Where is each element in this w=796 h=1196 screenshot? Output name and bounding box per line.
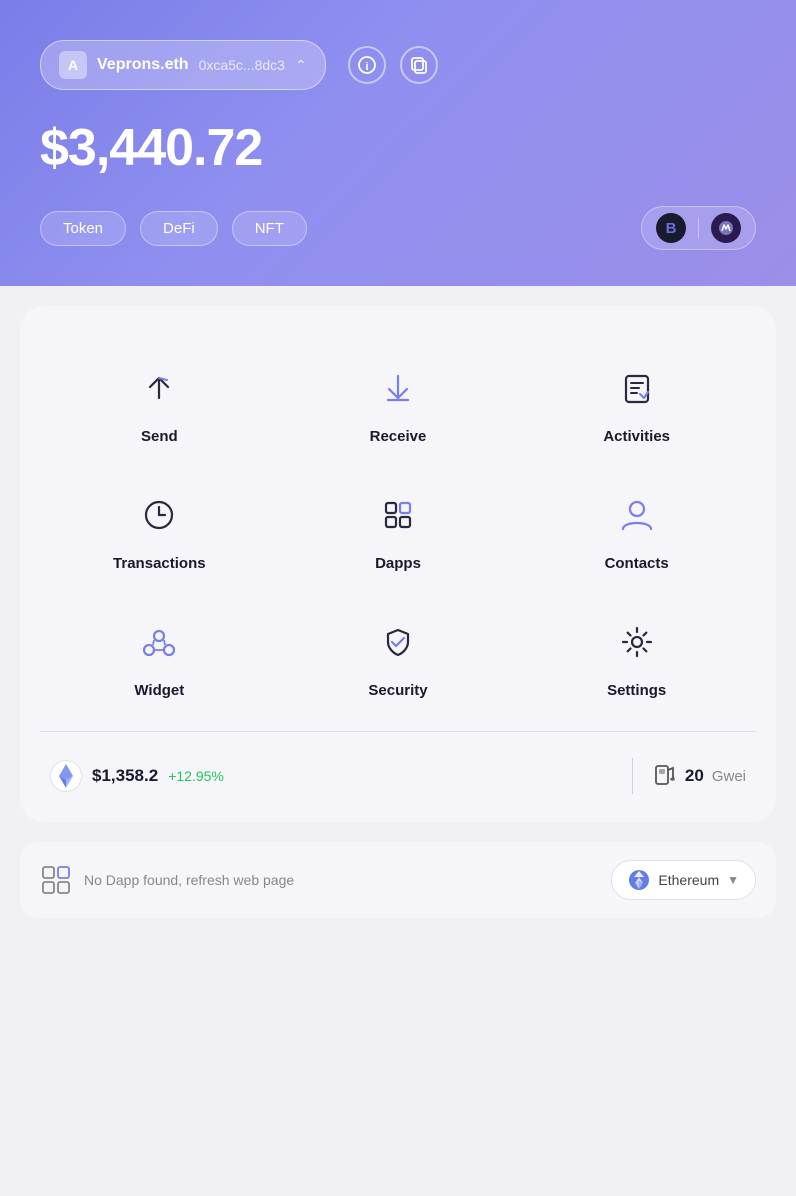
chevron-down-icon: ⌃	[295, 57, 307, 74]
widget-icon	[133, 616, 185, 668]
transactions-button[interactable]: Transactions	[40, 469, 279, 596]
security-label: Security	[368, 682, 427, 699]
tabs-row: Token DeFi NFT B	[40, 206, 756, 250]
activities-icon	[611, 362, 663, 414]
copy-button[interactable]	[400, 46, 438, 84]
contacts-label: Contacts	[605, 555, 669, 572]
settings-label: Settings	[607, 682, 666, 699]
wallet-avatar: A	[59, 51, 87, 79]
gas-icon	[653, 760, 677, 792]
tab-buttons: Token DeFi NFT	[40, 211, 307, 246]
balance-amount: $3,440.72	[40, 118, 756, 178]
receive-button[interactable]: Receive	[279, 342, 518, 469]
receive-icon	[372, 362, 424, 414]
network-name: Ethereum	[658, 872, 719, 888]
address-pill[interactable]: A Veprons.eth 0xca5c...8dc3 ⌃	[40, 40, 326, 90]
receive-label: Receive	[370, 428, 427, 445]
settings-icon	[611, 616, 663, 668]
wallet-name: Veprons.eth	[97, 56, 189, 74]
dapps-label: Dapps	[375, 555, 421, 572]
bottom-stats: $1,358.2 +12.95% 20 Gwei	[40, 748, 756, 798]
dapps-icon	[372, 489, 424, 541]
send-label: Send	[141, 428, 178, 445]
send-button[interactable]: Send	[40, 342, 279, 469]
widget-label: Widget	[134, 682, 184, 699]
activities-button[interactable]: Activities	[517, 342, 756, 469]
eth-change: +12.95%	[168, 768, 224, 784]
tab-nft[interactable]: NFT	[232, 211, 307, 246]
activities-label: Activities	[603, 428, 670, 445]
dapp-message: No Dapp found, refresh web page	[84, 872, 294, 888]
wallet-address: 0xca5c...8dc3	[199, 57, 285, 73]
send-icon	[133, 362, 185, 414]
partner-logos[interactable]: B	[641, 206, 756, 250]
main-card: Send Receive	[20, 306, 776, 822]
widget-button[interactable]: Widget	[40, 596, 279, 723]
eth-price: $1,358.2	[92, 766, 158, 786]
settings-button[interactable]: Settings	[517, 596, 756, 723]
transactions-label: Transactions	[113, 555, 206, 572]
bottom-bar: No Dapp found, refresh web page Ethereum…	[20, 842, 776, 918]
partner-m-logo	[711, 213, 741, 243]
svg-text:i: i	[365, 61, 368, 73]
card-divider	[40, 731, 756, 732]
contacts-icon	[611, 489, 663, 541]
gas-unit: Gwei	[712, 768, 746, 785]
eth-logo	[50, 760, 82, 792]
header-icons: i	[348, 46, 438, 84]
tab-token[interactable]: Token	[40, 211, 126, 246]
address-bar: A Veprons.eth 0xca5c...8dc3 ⌃ i	[40, 40, 756, 90]
gas-amount: 20	[685, 766, 704, 786]
security-icon	[372, 616, 424, 668]
network-selector[interactable]: Ethereum ▼	[611, 860, 756, 900]
dapp-info: No Dapp found, refresh web page	[40, 864, 294, 896]
hero-section: A Veprons.eth 0xca5c...8dc3 ⌃ i $3,440.7…	[0, 0, 796, 286]
eth-price-section: $1,358.2 +12.95%	[50, 760, 612, 792]
action-grid: Send Receive	[40, 342, 756, 723]
partner-divider	[698, 218, 699, 238]
dapps-button[interactable]: Dapps	[279, 469, 518, 596]
tab-defi[interactable]: DeFi	[140, 211, 218, 246]
security-button[interactable]: Security	[279, 596, 518, 723]
network-chevron-icon: ▼	[727, 873, 739, 887]
gas-section: 20 Gwei	[653, 760, 746, 792]
stats-divider	[632, 758, 633, 794]
transactions-icon	[133, 489, 185, 541]
dapps-small-icon	[40, 864, 72, 896]
partner-b-logo: B	[656, 213, 686, 243]
contacts-button[interactable]: Contacts	[517, 469, 756, 596]
info-button[interactable]: i	[348, 46, 386, 84]
